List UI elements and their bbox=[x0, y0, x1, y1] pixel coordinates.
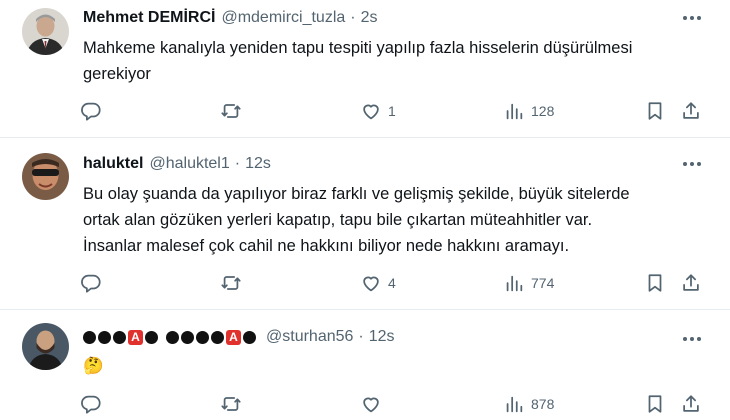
name-badge-letter bbox=[166, 330, 179, 344]
retweet-button[interactable] bbox=[220, 271, 242, 295]
user-handle[interactable]: @mdemirci_tuzla bbox=[221, 9, 345, 27]
view-count: 774 bbox=[531, 275, 555, 291]
tweet-text: 🤔 bbox=[83, 353, 703, 379]
tweet-text-line: İnsanlar malesef çok cahil ne hakkını bi… bbox=[83, 237, 570, 255]
tweet-text-line: gerekiyor bbox=[83, 65, 151, 83]
display-name[interactable]: Mehmet DEMİRCİ bbox=[83, 9, 215, 27]
action-bar: 1 128 bbox=[0, 99, 730, 123]
tweet-header: haluktel @haluktel1 · 12s bbox=[83, 153, 271, 175]
bookmark-icon bbox=[648, 102, 662, 120]
more-icon[interactable] bbox=[683, 8, 701, 28]
tweet-header: Mehmet DEMİRCİ @mdemirci_tuzla · 2s bbox=[83, 7, 378, 29]
tweet[interactable]: A A @sturhan56 · 12s 🤔 878 bbox=[0, 311, 730, 420]
name-badge-letter bbox=[181, 330, 194, 344]
retweet-button[interactable] bbox=[220, 392, 242, 416]
views-icon bbox=[506, 275, 523, 292]
reply-icon bbox=[81, 102, 101, 121]
timestamp[interactable]: 12s bbox=[369, 328, 395, 346]
more-icon[interactable] bbox=[683, 154, 701, 174]
retweet-button[interactable] bbox=[220, 99, 242, 123]
retweet-icon bbox=[221, 104, 241, 118]
name-badge-letter bbox=[196, 330, 209, 344]
like-button[interactable] bbox=[360, 392, 382, 416]
share-icon bbox=[683, 395, 699, 412]
reply-icon bbox=[81, 395, 101, 414]
avatar[interactable] bbox=[22, 323, 69, 370]
separator: · bbox=[350, 9, 356, 26]
share-button[interactable] bbox=[680, 392, 702, 416]
views-icon bbox=[506, 103, 523, 120]
views-icon bbox=[506, 396, 523, 413]
separator: · bbox=[358, 328, 364, 345]
name-badge-letter bbox=[211, 330, 224, 344]
avatar[interactable] bbox=[22, 153, 69, 200]
user-handle[interactable]: @haluktel1 bbox=[149, 155, 229, 173]
like-icon bbox=[363, 397, 379, 413]
share-button[interactable] bbox=[680, 271, 702, 295]
like-button[interactable]: 4 bbox=[360, 271, 396, 295]
tweet[interactable]: haluktel @haluktel1 · 12s Bu olay şuanda… bbox=[0, 139, 730, 310]
separator: · bbox=[234, 155, 241, 172]
name-badge-letter: A bbox=[128, 329, 143, 345]
views-button[interactable]: 128 bbox=[503, 99, 554, 123]
share-button[interactable] bbox=[680, 99, 702, 123]
thinking-emoji: 🤔 bbox=[83, 357, 104, 375]
bookmark-button[interactable] bbox=[644, 271, 666, 295]
name-badge-letter bbox=[113, 330, 126, 344]
timestamp[interactable]: 2s bbox=[361, 9, 378, 27]
timestamp[interactable]: 12s bbox=[245, 155, 271, 173]
retweet-icon bbox=[221, 276, 241, 290]
view-count: 878 bbox=[531, 396, 555, 412]
action-bar: 878 bbox=[0, 392, 730, 416]
name-badge-letter bbox=[145, 330, 158, 344]
bookmark-button[interactable] bbox=[644, 99, 666, 123]
like-icon bbox=[363, 276, 379, 292]
name-badge-letter bbox=[98, 330, 111, 344]
share-icon bbox=[683, 102, 699, 119]
view-count: 128 bbox=[531, 103, 555, 119]
reply-icon bbox=[81, 274, 101, 293]
like-count: 1 bbox=[388, 103, 396, 119]
bookmark-button[interactable] bbox=[644, 392, 666, 416]
action-bar: 4 774 bbox=[0, 271, 730, 295]
like-icon bbox=[363, 104, 379, 120]
name-badge-letter: A bbox=[226, 329, 241, 345]
bookmark-icon bbox=[648, 395, 662, 413]
avatar[interactable] bbox=[22, 8, 69, 55]
tweet[interactable]: Mehmet DEMİRCİ @mdemirci_tuzla · 2s Mahk… bbox=[0, 0, 730, 138]
tweet-text-line: ortak alan gözüken yerleri kapatıp, tapu… bbox=[83, 211, 593, 229]
like-button[interactable]: 1 bbox=[360, 99, 396, 123]
user-handle[interactable]: @sturhan56 bbox=[266, 328, 353, 346]
reply-button[interactable] bbox=[80, 99, 102, 123]
reply-button[interactable] bbox=[80, 392, 102, 416]
like-count: 4 bbox=[388, 275, 396, 291]
views-button[interactable]: 774 bbox=[503, 271, 554, 295]
name-badge-letter bbox=[243, 330, 256, 344]
tweet-text: Bu olay şuanda da yapılıyor biraz farklı… bbox=[83, 181, 703, 259]
bookmark-icon bbox=[648, 274, 662, 292]
more-icon[interactable] bbox=[683, 329, 701, 349]
share-icon bbox=[683, 274, 699, 291]
tweet-text-line: Bu olay şuanda da yapılıyor biraz farklı… bbox=[83, 185, 630, 203]
tweet-text: Mahkeme kanalıyla yeniden tapu tespiti y… bbox=[83, 35, 703, 87]
display-name[interactable]: haluktel bbox=[83, 155, 143, 173]
views-button[interactable]: 878 bbox=[503, 392, 554, 416]
name-badge-letter bbox=[83, 330, 96, 344]
display-name[interactable]: A A bbox=[83, 329, 258, 345]
retweet-icon bbox=[221, 397, 241, 411]
reply-button[interactable] bbox=[80, 271, 102, 295]
tweet-text-line: Mahkeme kanalıyla yeniden tapu tespiti y… bbox=[83, 39, 633, 57]
tweet-header: A A @sturhan56 · 12s bbox=[83, 326, 395, 348]
